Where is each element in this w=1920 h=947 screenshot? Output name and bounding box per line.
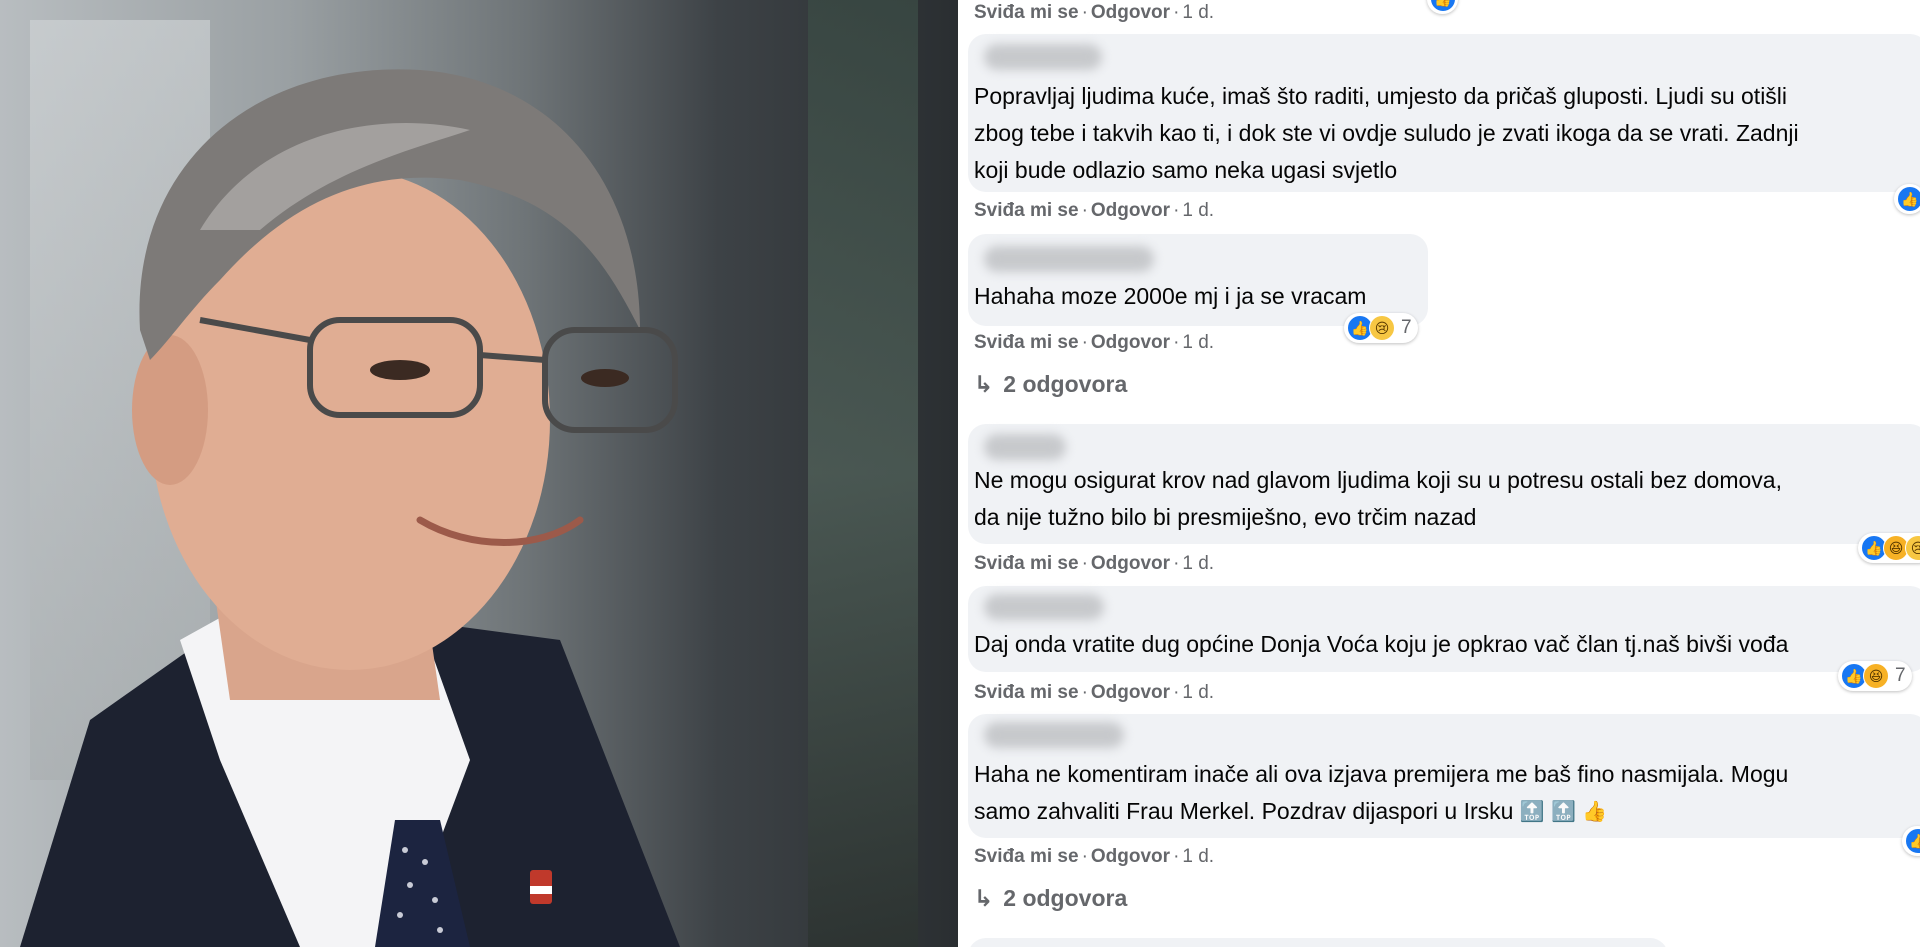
author-name-blurred[interactable] xyxy=(984,246,1154,272)
like-link[interactable]: Sviđa mi se xyxy=(974,553,1079,574)
timestamp: 1 d. xyxy=(1182,682,1215,703)
thumbs-up-icon: 👍 xyxy=(1582,801,1608,824)
comment-line: Popravljaj ljudima kuće, imaš što raditi… xyxy=(974,83,1788,109)
like-link[interactable]: Sviđa mi se xyxy=(974,682,1079,703)
replies-label: 2 odgovora xyxy=(1003,371,1128,397)
timestamp: 1 d. xyxy=(1182,553,1215,574)
reply-link[interactable]: Odgovor xyxy=(1091,846,1170,867)
comment-actions: Sviđa mi se · Odgovor · 1 d. xyxy=(974,553,1215,574)
haha-icon: 😆 xyxy=(1863,663,1889,689)
author-name-blurred[interactable] xyxy=(984,44,1102,70)
reaction-badge[interactable]: 👍 xyxy=(1427,0,1458,14)
reaction-badge[interactable]: 👍 😆 😢 xyxy=(1858,533,1920,563)
like-icon: 👍 xyxy=(1897,186,1920,212)
like-link[interactable]: Sviđa mi se xyxy=(974,332,1079,353)
comment-line: Daj onda vratite dug općine Donja Voća k… xyxy=(974,631,1789,657)
like-link[interactable]: Sviđa mi se xyxy=(974,2,1079,23)
comment-line: Ne mogu osigurat krov nad glavom ljudima… xyxy=(974,467,1782,493)
top-icon: 🔝 xyxy=(1519,801,1545,824)
replies-label: 2 odgovora xyxy=(1003,885,1128,911)
reaction-badge[interactable]: 👍 😆 7 xyxy=(1838,661,1912,691)
like-link[interactable]: Sviđa mi se xyxy=(974,200,1079,221)
comment-actions: Sviđa mi se · Odgovor · 1 d. xyxy=(974,332,1215,353)
comment-line: da nije tužno bilo bi presmiješno, evo t… xyxy=(974,504,1477,530)
view-replies-link[interactable]: ↳ 2 odgovora xyxy=(974,371,1127,398)
reaction-badge[interactable]: 👍 xyxy=(1902,826,1920,856)
comment-text: Haha ne komentiram inače ali ova izjava … xyxy=(974,756,1788,831)
reply-link[interactable]: Odgovor xyxy=(1091,553,1170,574)
author-name-blurred[interactable] xyxy=(984,594,1104,620)
author-name-blurred[interactable] xyxy=(984,434,1066,460)
comment-line: Hahaha moze 2000e mj i ja se vracam xyxy=(974,283,1367,309)
reply-arrow-icon: ↳ xyxy=(974,885,994,911)
comment-bubble xyxy=(968,938,1668,947)
reaction-badge[interactable]: 👍 xyxy=(1894,184,1920,214)
comment-line: zbog tebe i takvih kao ti, i dok ste vi … xyxy=(974,120,1799,146)
reply-arrow-icon: ↳ xyxy=(974,371,994,397)
portrait-photo xyxy=(0,0,958,947)
reply-link[interactable]: Odgovor xyxy=(1091,2,1170,23)
comments-panel: Sviđa mi se·Odgovor·1 d. 👍 Popravljaj lj… xyxy=(962,0,1920,947)
author-name-blurred[interactable] xyxy=(984,722,1124,748)
comment-actions: Sviđa mi se · Odgovor · 1 d. xyxy=(974,2,1215,23)
comment-text: Hahaha moze 2000e mj i ja se vracam xyxy=(974,278,1366,315)
comment-text: Daj onda vratite dug općine Donja Voća k… xyxy=(974,626,1788,663)
like-icon: 👍 xyxy=(1905,828,1920,854)
view-replies-link[interactable]: ↳ 2 odgovora xyxy=(974,885,1127,912)
reaction-count: 7 xyxy=(1895,665,1906,686)
reply-link[interactable]: Odgovor xyxy=(1091,332,1170,353)
reaction-badge[interactable]: 👍 😢 7 xyxy=(1344,313,1418,343)
timestamp: 1 d. xyxy=(1182,332,1215,353)
comment-line: koji bude odlazio samo neka ugasi svjetl… xyxy=(974,157,1398,183)
comment-line: Haha ne komentiram inače ali ova izjava … xyxy=(974,761,1789,787)
sad-icon: 😢 xyxy=(1369,315,1395,341)
comment-line: samo zahvaliti Frau Merkel. Pozdrav dija… xyxy=(974,793,1788,831)
comment-actions: Sviđa mi se · Odgovor · 1 d. xyxy=(974,200,1215,221)
timestamp: 1 d. xyxy=(1182,200,1215,221)
reaction-count: 7 xyxy=(1401,317,1412,338)
sad-icon: 😢 xyxy=(1905,535,1920,561)
comment-text: Ne mogu osigurat krov nad glavom ljudima… xyxy=(974,462,1782,536)
timestamp: 1 d. xyxy=(1182,846,1215,867)
comment-actions: Sviđa mi se · Odgovor · 1 d. xyxy=(974,682,1215,703)
reply-link[interactable]: Odgovor xyxy=(1091,200,1170,221)
comment-actions: Sviđa mi se · Odgovor · 1 d. xyxy=(974,846,1215,867)
top-icon: 🔝 xyxy=(1551,801,1577,824)
comment-text: Popravljaj ljudima kuće, imaš što raditi… xyxy=(974,78,1799,189)
like-icon: 👍 xyxy=(1430,0,1456,12)
portrait-illustration xyxy=(20,69,680,947)
timestamp: 1 d. xyxy=(1182,2,1215,23)
like-link[interactable]: Sviđa mi se xyxy=(974,846,1079,867)
reply-link[interactable]: Odgovor xyxy=(1091,682,1170,703)
